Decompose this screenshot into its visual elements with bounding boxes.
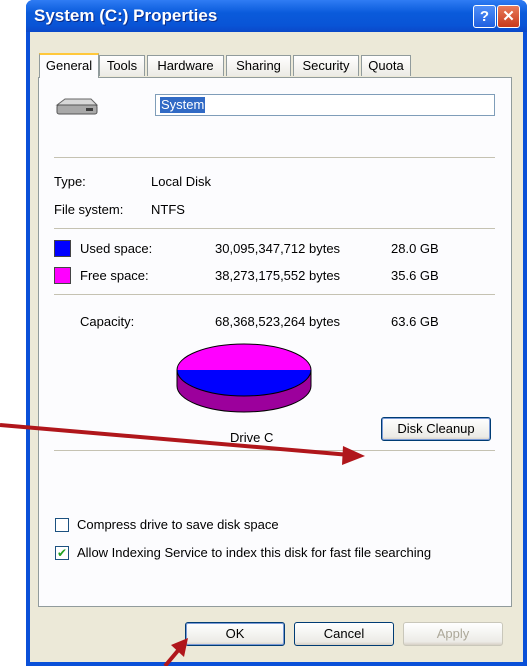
arrow-head-icon: [342, 446, 365, 465]
annotation-arrows: [0, 423, 365, 666]
tab-general[interactable]: General: [39, 53, 99, 78]
arrow-to-disk-cleanup: [0, 423, 351, 457]
